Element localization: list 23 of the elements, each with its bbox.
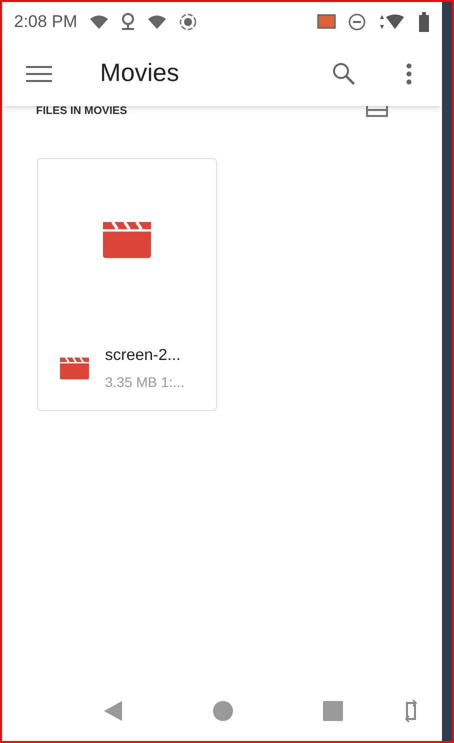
file-name: screen-2... [105, 346, 182, 366]
location-icon [121, 13, 136, 31]
wifi-icon [147, 14, 168, 30]
do-not-disturb-icon [348, 13, 366, 31]
file-card[interactable]: screen-2... 3.35 MB 1:... [37, 158, 217, 411]
app-title: Movies [100, 58, 180, 90]
back-icon[interactable] [102, 700, 124, 722]
search-icon[interactable] [332, 62, 356, 86]
recents-icon[interactable] [322, 700, 344, 722]
signal-icon [378, 13, 406, 31]
video-file-icon [60, 356, 89, 380]
video-file-icon [103, 220, 151, 258]
menu-icon[interactable] [26, 65, 52, 83]
record-icon [179, 13, 198, 31]
status-time: 2:08 PM [14, 11, 78, 34]
home-icon[interactable] [212, 700, 234, 722]
battery-icon [418, 12, 430, 32]
rotate-icon[interactable] [404, 699, 418, 723]
file-details: 3.35 MB 1:... [105, 372, 184, 392]
wifi-icon [89, 14, 110, 30]
section-header: FILES IN MOVIES [36, 106, 128, 116]
list-view-icon[interactable] [366, 105, 388, 117]
more-options-icon[interactable] [406, 63, 412, 85]
